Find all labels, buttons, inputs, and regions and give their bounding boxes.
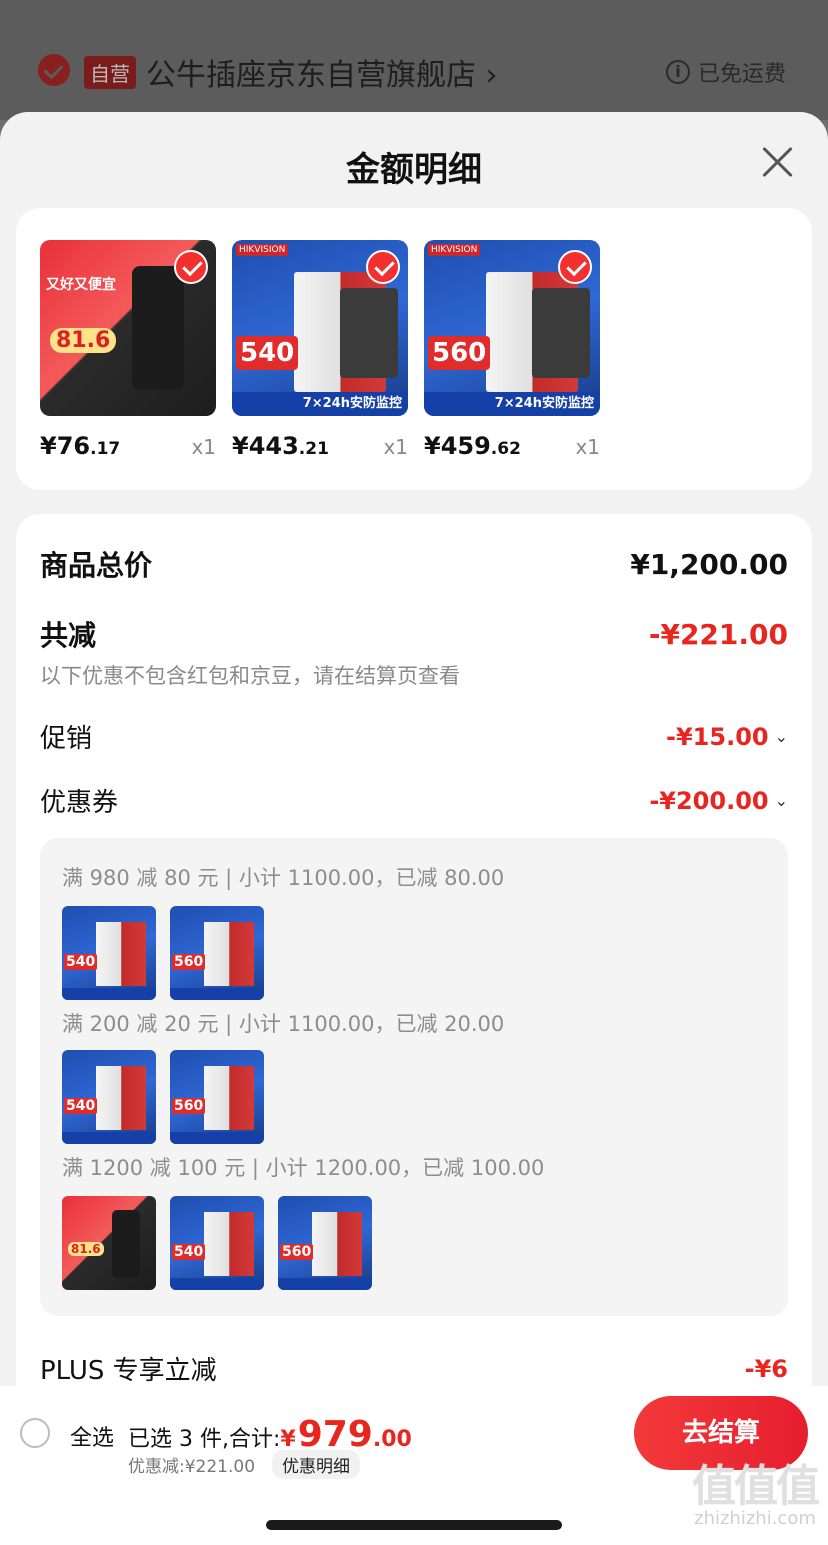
watermark-logo: 值值值 (692, 1461, 820, 1512)
products-card: 又好又便宜 81.6 ¥76.17 x1 HIKVISION 540 7×24h… (16, 208, 812, 490)
brand-logo: HIKVISION (428, 244, 481, 256)
hdd-image (340, 288, 398, 378)
product-thumbnail: HIKVISION 560 7×24h安防监控 (424, 240, 600, 416)
product-price: ¥443.21 (232, 432, 329, 460)
product-price: ¥76.17 (40, 432, 121, 460)
promo-value[interactable]: -¥15.00 ⌄ (666, 723, 788, 751)
product-thumbnail: 又好又便宜 81.6 (40, 240, 216, 416)
total-reduce-row: 共减 -¥221.00 (40, 614, 788, 654)
total-reduce-value: -¥221.00 (648, 617, 788, 651)
coupon-items: 81.6 540 560 (62, 1196, 372, 1290)
coupon-item-thumbnail: 540 (62, 1050, 156, 1144)
promo-price: 81.6 (50, 328, 117, 353)
store-header: 自营 公牛插座京东自营旗舰店 › i 已免运费 (0, 0, 828, 120)
goods-total-value: ¥1,200.00 (630, 547, 788, 581)
product-item[interactable]: HIKVISION 540 7×24h安防监控 ¥443.21 x1 (232, 240, 408, 460)
coupon-item-thumbnail: 560 (170, 906, 264, 1000)
self-operated-tag: 自营 (84, 56, 136, 89)
total-reduce-label: 共减 (40, 619, 97, 652)
plus-value: -¥6 (744, 1354, 788, 1383)
product-thumbnail: HIKVISION 540 7×24h安防监控 (232, 240, 408, 416)
total-currency: ¥ (280, 1427, 296, 1452)
close-icon[interactable] (758, 142, 798, 182)
store-checked-icon[interactable] (38, 54, 70, 86)
discount-detail-link[interactable]: 优惠明细 (272, 1450, 360, 1479)
selected-check-icon[interactable] (558, 250, 592, 284)
coupon-rule: 满 1200 减 100 元 | 小计 1200.00，已减 100.00 (62, 1156, 545, 1180)
watermark: 值值值 zhizhizhi.com (692, 1450, 820, 1529)
shipping-status: i 已免运费 (665, 56, 786, 88)
coupon-item-thumbnail: 81.6 (62, 1196, 156, 1290)
product-item[interactable]: HIKVISION 560 7×24h安防监控 ¥459.62 x1 (424, 240, 600, 460)
total-amount: 979 (297, 1414, 373, 1455)
promo-number: 540 (236, 336, 299, 370)
promo-row[interactable]: 促销 -¥15.00 ⌄ (40, 718, 788, 755)
total-decimal: .00 (372, 1427, 412, 1452)
select-all-radio[interactable] (20, 1418, 50, 1448)
watermark-url: zhizhizhi.com (694, 1508, 816, 1529)
promo-strip: 7×24h安防监控 (232, 392, 408, 416)
selected-count: 已选 3 件,合计: (128, 1427, 281, 1452)
reduce-note: 以下优惠不包含红包和京豆，请在结算页查看 (40, 664, 460, 688)
promo-label: 促销 (40, 724, 93, 754)
sheet-title: 金额明细 (346, 150, 482, 190)
store-name-link[interactable]: 公牛插座京东自营旗舰店 › (146, 50, 498, 94)
coupon-item-thumbnail: 540 (170, 1196, 264, 1290)
goods-total-row: 商品总价 ¥1,200.00 (40, 544, 788, 584)
coupon-breakdown-panel: 满 980 减 80 元 | 小计 1100.00，已减 80.00 540 5… (40, 838, 788, 1316)
coupon-items: 540 560 (62, 1050, 264, 1144)
selected-check-icon[interactable] (174, 250, 208, 284)
product-item[interactable]: 又好又便宜 81.6 ¥76.17 x1 (40, 240, 216, 460)
coupon-items: 540 560 (62, 906, 264, 1000)
plus-label: PLUS 专享立减 (40, 1356, 217, 1386)
chevron-down-icon: ⌄ (774, 727, 788, 746)
selected-summary: 已选 3 件,合计: ¥ 979 .00 (128, 1414, 412, 1455)
shipping-text: 已免运费 (697, 62, 786, 87)
coupon-rule: 满 980 减 80 元 | 小计 1100.00，已减 80.00 (62, 866, 505, 890)
power-strip-image (132, 266, 184, 390)
amount-detail-sheet: 金额明细 又好又便宜 81.6 ¥76.17 x1 HIKVISION 540 (0, 112, 828, 1545)
coupon-value[interactable]: -¥200.00 ⌄ (649, 787, 788, 815)
select-all-label[interactable]: 全选 (70, 1420, 114, 1452)
home-indicator[interactable] (266, 1520, 562, 1530)
price-detail-card: 商品总价 ¥1,200.00 共减 -¥221.00 以下优惠不包含红包和京豆，… (16, 514, 812, 1534)
promo-label: 又好又便宜 (46, 277, 116, 293)
chevron-down-icon: ⌄ (774, 791, 788, 810)
coupon-item-thumbnail: 560 (278, 1196, 372, 1290)
selected-check-icon[interactable] (366, 250, 400, 284)
product-price: ¥459.62 (424, 432, 521, 460)
coupon-rule: 满 200 减 20 元 | 小计 1100.00，已减 20.00 (62, 1012, 505, 1036)
product-qty: x1 (191, 435, 216, 459)
promo-strip: 7×24h安防监控 (424, 392, 600, 416)
plus-discount-row: PLUS 专享立减 -¥6 (40, 1350, 788, 1387)
coupon-item-thumbnail: 560 (170, 1050, 264, 1144)
discount-summary: 优惠减:¥221.00 (128, 1457, 256, 1477)
coupon-item-thumbnail: 540 (62, 906, 156, 1000)
product-qty: x1 (575, 435, 600, 459)
brand-logo: HIKVISION (236, 244, 289, 256)
hdd-image (532, 288, 590, 378)
coupon-label: 优惠券 (40, 788, 119, 818)
coupon-row[interactable]: 优惠券 -¥200.00 ⌄ (40, 782, 788, 819)
product-qty: x1 (383, 435, 408, 459)
promo-number: 560 (428, 336, 491, 370)
goods-total-label: 商品总价 (40, 549, 153, 582)
info-icon[interactable]: i (665, 60, 690, 84)
